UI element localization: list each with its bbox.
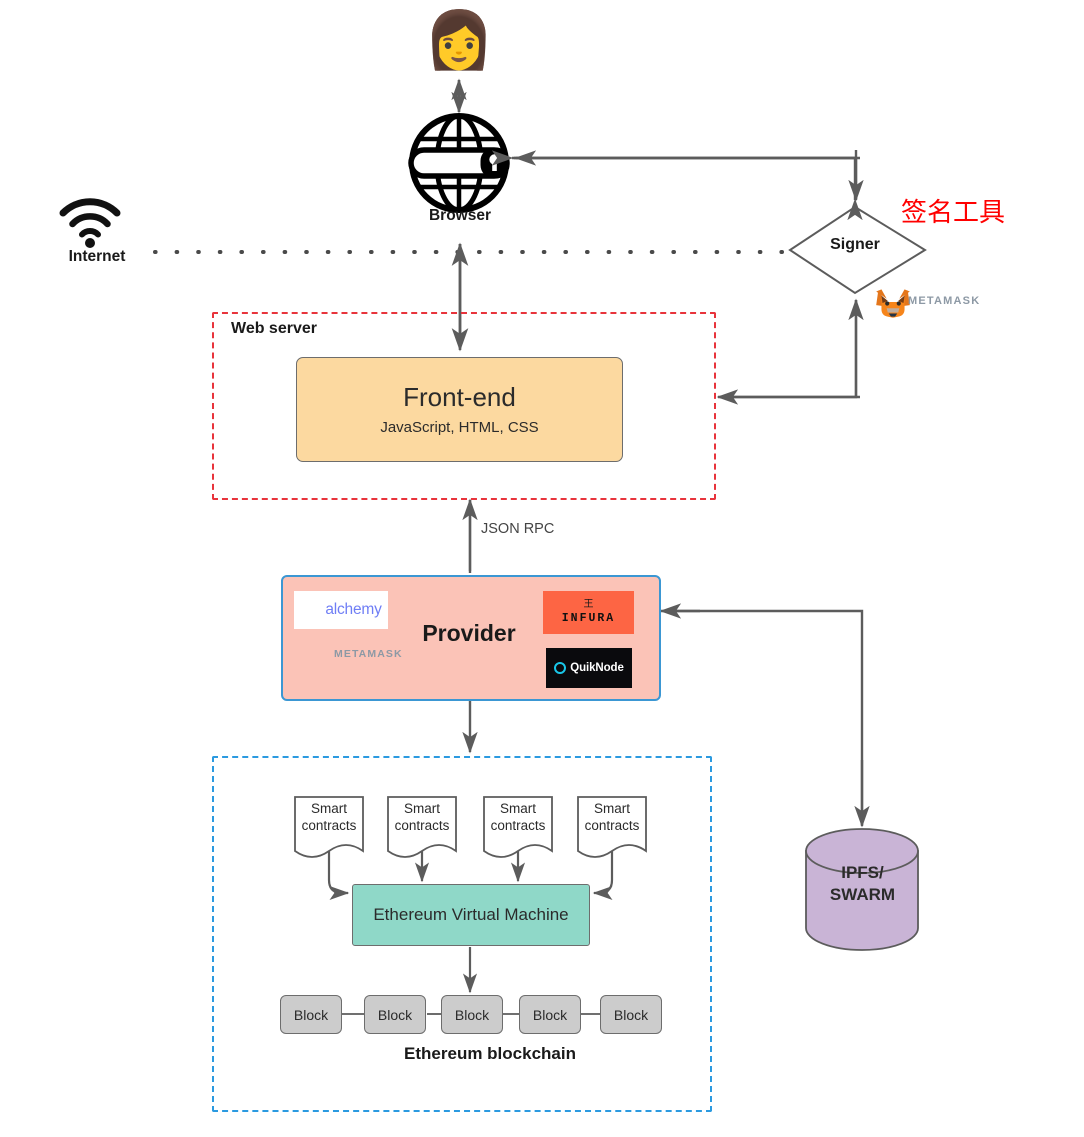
wifi-icon	[59, 198, 121, 248]
browser-label: Browser	[428, 207, 492, 224]
json-rpc-label: JSON RPC	[481, 521, 555, 537]
smart-contract-line2-3: contracts	[490, 817, 546, 833]
smart-contract-node-1: Smart contracts	[293, 797, 365, 851]
arrow-signer-to-browser	[491, 150, 864, 221]
storage-line2: SWARM	[829, 885, 896, 905]
quiknode-ring-icon	[554, 662, 567, 674]
metamask-logo-provider: METAMASK	[296, 648, 403, 660]
block-node-3: Block	[441, 995, 503, 1034]
signer-annotation-chinese: 签名工具	[901, 198, 1006, 228]
quiknode-logo-text: QuikNode	[570, 662, 624, 674]
storage-line1: IPFS/	[841, 863, 884, 882]
diagram-canvas: 👩 Browser Internet Signer 签名工具 METAMASK …	[0, 0, 1084, 1137]
smart-contract-node-4: Smart contracts	[576, 797, 648, 851]
internet-label: Internet	[68, 248, 126, 265]
smart-contract-line1-2: Smart	[403, 801, 440, 816]
front-end-node: Front-end JavaScript, HTML, CSS	[296, 357, 623, 462]
blockchain-label: Ethereum blockchain	[404, 1044, 576, 1063]
smart-contract-line1-1: Smart	[310, 801, 347, 816]
front-end-title: Front-end	[403, 382, 516, 413]
metamask-fox-icon-signer	[876, 289, 910, 318]
alchemy-logo-text: alchemy	[325, 601, 382, 618]
smart-contract-line2-4: contracts	[584, 817, 640, 833]
smart-contract-line1-4: Smart	[593, 801, 630, 816]
metamask-label-provider: METAMASK	[334, 648, 403, 660]
arrow-frontend-signer	[716, 298, 864, 405]
infura-logo: 王 INFURA	[543, 591, 634, 634]
smart-contract-node-2: Smart contracts	[386, 797, 458, 851]
quiknode-logo: QuikNode	[546, 648, 632, 688]
front-end-subtitle: JavaScript, HTML, CSS	[380, 418, 539, 436]
block-node-1: Block	[280, 995, 342, 1034]
evm-node: Ethereum Virtual Machine	[352, 884, 590, 946]
metamask-badge-signer: METAMASK	[908, 295, 980, 307]
smart-contract-line2-2: contracts	[394, 817, 450, 833]
infura-logo-text: INFURA	[561, 612, 616, 625]
block-node-2: Block	[364, 995, 426, 1034]
block-node-4: Block	[519, 995, 581, 1034]
block-node-5: Block	[600, 995, 662, 1034]
metamask-label-signer: METAMASK	[908, 295, 981, 307]
smart-contract-line1-3: Smart	[499, 801, 536, 816]
infura-logo-mark: 王	[583, 599, 594, 610]
smart-contract-node-3: Smart contracts	[482, 797, 554, 851]
smart-contract-line2-1: contracts	[301, 817, 357, 833]
user-emoji-icon: 👩	[424, 8, 494, 71]
storage-label: IPFS/ SWARM	[805, 862, 920, 906]
web-server-label: Web server	[231, 320, 317, 337]
globe-search-icon	[408, 113, 510, 213]
signer-label: Signer	[830, 236, 880, 253]
alchemy-logo: alchemy	[294, 591, 388, 629]
